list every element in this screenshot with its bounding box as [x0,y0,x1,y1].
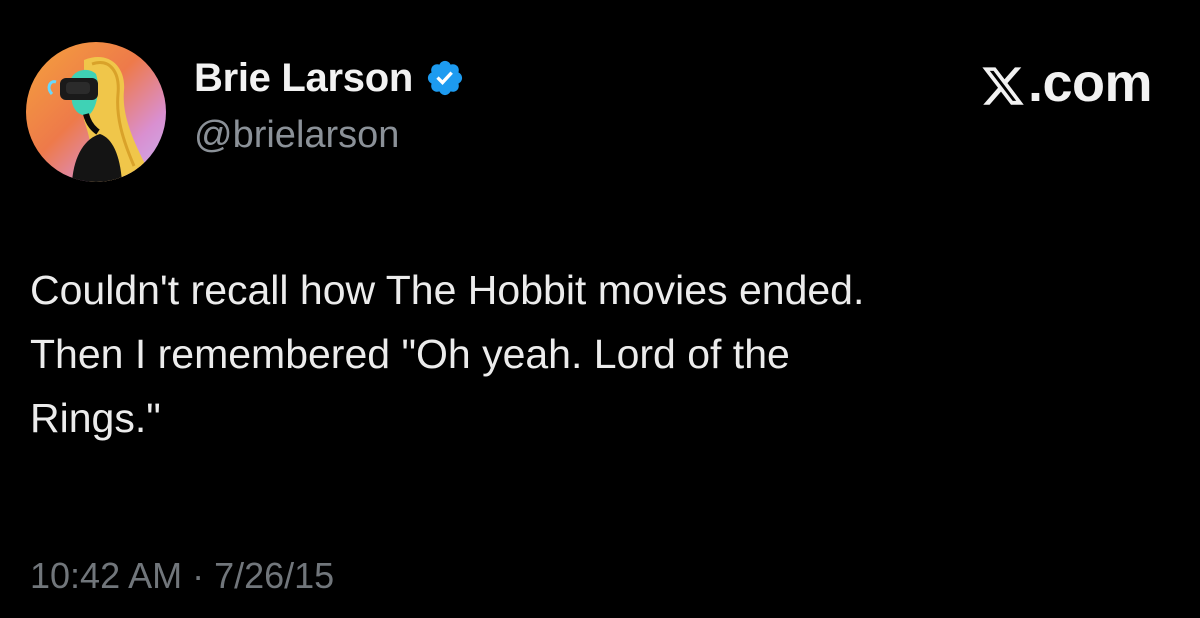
site-label: .com [1027,53,1153,113]
tweet-card: Brie Larson @brielarson .com Couldn't re… [0,0,1200,618]
name-row: Brie Larson [194,52,465,104]
tweet-timestamp[interactable]: 10:42 AM · 7/26/15 [30,555,334,597]
avatar[interactable] [26,42,166,182]
author-block: Brie Larson @brielarson [194,52,465,157]
author-display-name[interactable]: Brie Larson [194,56,413,101]
tweet-text: Couldn't recall how The Hobbit movies en… [30,267,865,441]
verified-badge-icon [425,58,465,98]
site-mark: .com [980,52,1153,114]
avatar-image [26,42,166,182]
x-logo-icon [980,60,1026,106]
author-handle[interactable]: @brielarson [194,114,465,157]
